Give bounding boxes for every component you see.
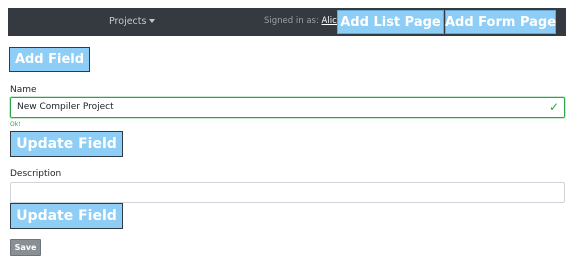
description-label: Description [10,169,62,179]
update-description-field-button[interactable]: Update Field [10,203,123,229]
valid-check-icon: ✓ [548,100,559,114]
name-label: Name [10,85,37,95]
description-input[interactable] [10,182,565,203]
add-list-page-button[interactable]: Add List Page [337,10,444,34]
name-input-value: New Compiler Project [17,102,114,112]
name-valid-feedback: Ok! [10,121,21,128]
caret-down-icon [149,19,156,23]
name-input[interactable]: New Compiler Project ✓ [10,97,565,118]
projects-dropdown[interactable]: Projects [109,16,156,27]
signed-in-prefix: Signed in as: [264,16,319,26]
signed-in-status: Signed in as: Alice [264,16,342,26]
save-button[interactable]: Save [10,239,41,256]
add-form-page-button[interactable]: Add Form Page [445,10,556,34]
update-name-field-button[interactable]: Update Field [10,131,123,157]
projects-dropdown-label: Projects [109,16,147,27]
add-field-button[interactable]: Add Field [9,47,90,72]
